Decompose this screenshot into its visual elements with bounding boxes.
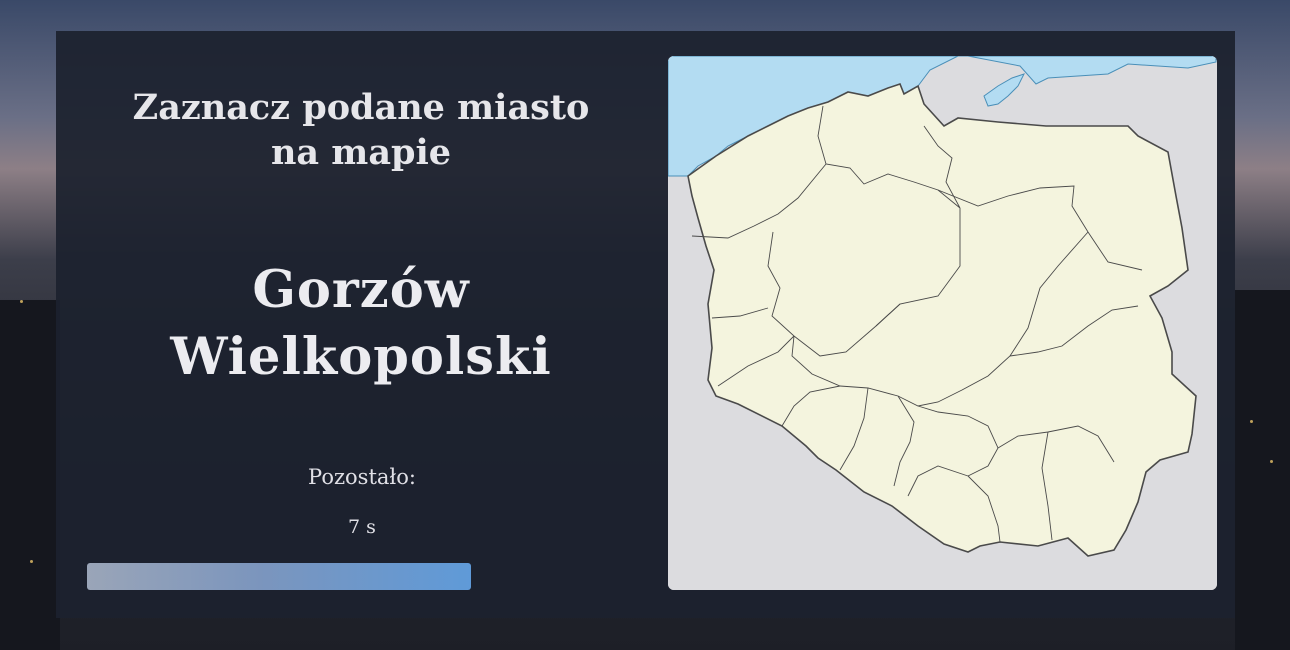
poland-map-icon[interactable] (668, 56, 1217, 590)
quiz-panel: Zaznacz podane miasto na mapie Gorzów Wi… (56, 31, 1235, 618)
remaining-time: 7 s (348, 516, 376, 538)
remaining-label: Pozostało: (308, 465, 416, 489)
poland-map[interactable] (668, 56, 1217, 590)
timer-progress-fill (87, 563, 471, 590)
quiz-info: Zaznacz podane miasto na mapie Gorzów Wi… (56, 31, 668, 618)
instruction-heading: Zaznacz podane miasto na mapie (132, 87, 590, 173)
timer-progress-bar (87, 563, 471, 590)
target-city-name: Gorzów Wielkopolski (170, 260, 552, 387)
